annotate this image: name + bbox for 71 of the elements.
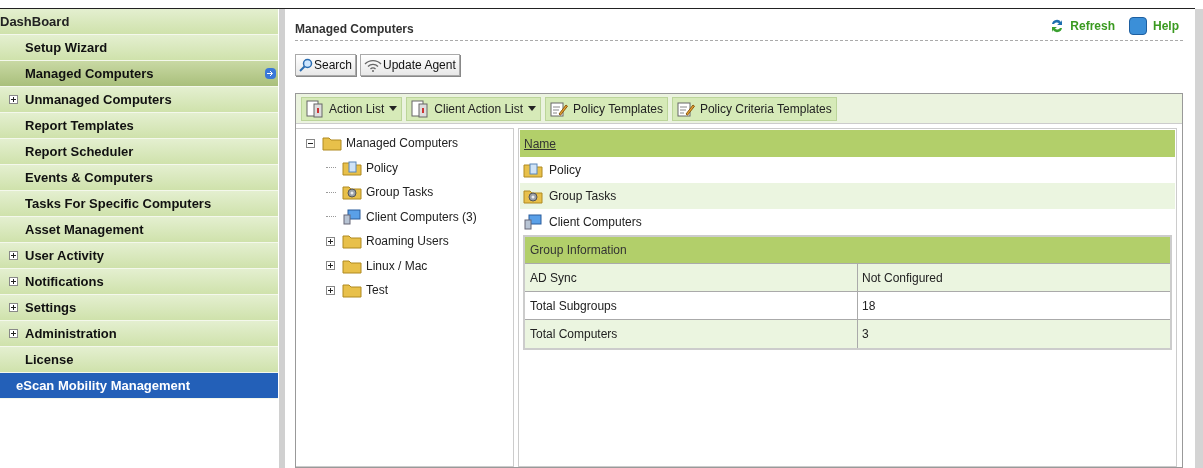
document-list-icon — [306, 99, 324, 118]
expand-icon[interactable] — [326, 285, 335, 295]
sidebar-item[interactable]: Setup Wizard — [0, 35, 278, 61]
action-button[interactable]: Search — [295, 54, 357, 76]
tree-item[interactable]: Managed Computers — [346, 134, 459, 153]
help-icon — [1129, 16, 1147, 35]
scrollbar[interactable] — [1195, 9, 1203, 468]
expand-icon[interactable] — [326, 261, 335, 271]
tree-item[interactable]: Group Tasks — [366, 183, 434, 202]
refresh-icon — [1050, 17, 1065, 34]
expand-icon[interactable] — [9, 95, 18, 104]
folder-icon — [342, 257, 362, 274]
folder-document-icon — [523, 162, 543, 178]
toolbar-button[interactable]: Action List — [301, 96, 403, 121]
computer-icon — [523, 214, 543, 230]
collapse-icon[interactable] — [306, 138, 315, 148]
tree-item[interactable]: Roaming Users — [366, 232, 449, 251]
document-list-icon — [411, 99, 430, 118]
arrow-right-icon — [265, 68, 276, 79]
wifi-icon — [364, 58, 383, 72]
expand-icon[interactable] — [326, 236, 335, 246]
search-icon — [299, 58, 313, 72]
sidebar-item[interactable]: DashBoard — [0, 9, 278, 35]
sidebar-item[interactable]: Report Scheduler — [0, 139, 278, 165]
list-item[interactable]: Policy — [549, 161, 581, 179]
tree-item[interactable]: Linux / Mac — [366, 256, 428, 275]
sidebar-item[interactable]: Unmanaged Computers — [0, 87, 278, 113]
toolbar-link[interactable]: Help — [1129, 16, 1179, 35]
page-title: Managed Computers — [295, 20, 414, 38]
sidebar-item[interactable]: Report Templates — [0, 113, 278, 139]
group-info-header: Group Information — [525, 237, 1170, 264]
toolbar-button[interactable]: Policy Criteria Templates — [671, 96, 837, 121]
expand-icon[interactable] — [9, 303, 18, 312]
sidebar-item[interactable]: Asset Management — [0, 217, 278, 243]
folder-document-icon — [342, 159, 362, 176]
sidebar-item[interactable]: eScan Mobility Management — [0, 373, 278, 399]
sidebar-item[interactable]: Managed Computers — [0, 61, 278, 87]
document-pencil-icon — [550, 100, 569, 117]
expand-icon[interactable] — [9, 329, 18, 338]
document-pencil-icon — [676, 100, 695, 117]
action-button[interactable]: Update Agent — [360, 54, 460, 76]
table-cell-text: 18 — [861, 297, 877, 315]
toolbar-button[interactable]: Policy Templates — [545, 96, 668, 121]
list-item[interactable]: Group Tasks — [549, 187, 617, 205]
folder-gear-icon — [523, 188, 543, 204]
sidebar-item[interactable]: Events & Computers — [0, 165, 278, 191]
sidebar-item[interactable]: User Activity — [0, 243, 278, 269]
column-header[interactable]: Name — [520, 130, 1175, 157]
table-cell: Total Subgroups — [525, 292, 858, 319]
sidebar-item[interactable]: Settings — [0, 295, 278, 321]
list-item[interactable]: Client Computers — [549, 213, 642, 231]
computer-icon — [342, 208, 362, 225]
folder-gear-icon — [342, 184, 362, 201]
sidebar-item[interactable]: Administration — [0, 321, 278, 347]
expand-icon[interactable] — [9, 277, 18, 286]
tree-item[interactable]: Policy — [366, 158, 398, 177]
table-cell-text: Not Configured — [861, 269, 944, 287]
folder-icon — [322, 135, 342, 152]
expand-icon[interactable] — [9, 251, 18, 260]
folder-icon — [342, 233, 362, 250]
sidebar-item[interactable]: Notifications — [0, 269, 278, 295]
table-cell: AD Sync — [525, 264, 858, 291]
tree-item[interactable]: Test — [366, 281, 388, 300]
table-cell-text: 3 — [861, 326, 870, 343]
table-cell: Total Computers — [525, 320, 858, 348]
tree-item[interactable]: Client Computers (3) — [366, 207, 477, 226]
toolbar-button[interactable]: Client Action List — [406, 96, 542, 121]
sidebar-item[interactable]: License — [0, 347, 278, 373]
folder-icon — [342, 282, 362, 299]
sidebar-item[interactable]: Tasks For Specific Computers — [0, 191, 278, 217]
toolbar-link[interactable]: Refresh — [1050, 16, 1115, 35]
